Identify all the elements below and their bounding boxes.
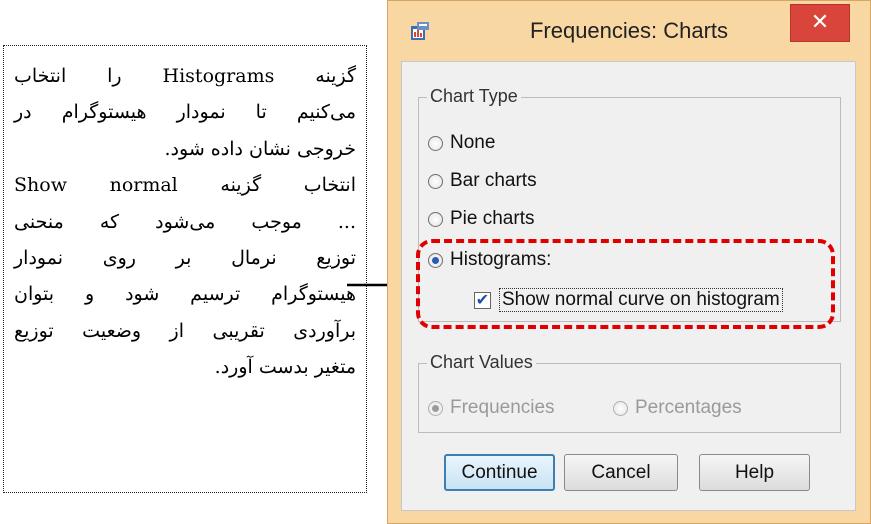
radio-button[interactable] (428, 400, 443, 416)
annotation-line: گزینه Histograms را انتخاب (14, 65, 356, 87)
annotation-line: انتخاب گزینه Show normal (14, 174, 356, 197)
cancel-button[interactable]: Cancel (564, 454, 678, 491)
radio-pie-charts[interactable]: Pie charts (428, 208, 534, 230)
annotation-line: هیستوگرام ترسیم شود و بتوان (14, 283, 356, 306)
spss-dialog-icon (411, 22, 429, 40)
annotation-line: ... موجب می‌شود که منحنی (14, 210, 356, 233)
radio-button[interactable] (428, 135, 443, 151)
annotation-line: برآوردی تقریبی از وضعیت توزیع (14, 319, 356, 342)
chart-values-legend: Chart Values (427, 352, 536, 373)
annotation-line: خروجی نشان داده شود. (164, 137, 356, 160)
annotation-line: متغیر بدست آورد. (214, 356, 356, 379)
annotation-box: گزینه Histograms را انتخاب می‌کنیم تا نم… (3, 45, 367, 493)
radio-percentages[interactable]: Percentages (613, 397, 742, 419)
radio-bar-charts[interactable]: Bar charts (428, 170, 537, 192)
close-button[interactable]: ✕ (790, 4, 850, 42)
close-icon: ✕ (810, 9, 830, 34)
continue-button[interactable]: Continue (444, 454, 555, 491)
histogram-highlight-box (416, 239, 835, 329)
radio-label: Bar charts (450, 170, 537, 191)
dialog-title: Frequencies: Charts (529, 18, 729, 43)
radio-label: Frequencies (450, 397, 555, 418)
help-button[interactable]: Help (699, 454, 810, 491)
chart-values-group: Chart Values Frequencies Percentages (418, 352, 841, 433)
radio-label: None (450, 132, 496, 153)
radio-none[interactable]: None (428, 132, 495, 154)
radio-button[interactable] (428, 173, 443, 189)
radio-label: Pie charts (450, 208, 535, 229)
annotation-line: می‌کنیم تا نمودار هیستوگرام در (14, 101, 356, 124)
radio-button[interactable] (428, 211, 443, 227)
radio-label: Percentages (635, 397, 742, 418)
annotation-text: گزینه Histograms را انتخاب می‌کنیم تا نم… (14, 58, 356, 386)
chart-type-legend: Chart Type (427, 86, 521, 107)
title-bar[interactable]: Frequencies: Charts ✕ (388, 1, 870, 61)
radio-frequencies[interactable]: Frequencies (428, 397, 555, 419)
radio-button[interactable] (613, 400, 628, 416)
annotation-line: توزیع نرمال بر روی نمودار (14, 247, 356, 270)
